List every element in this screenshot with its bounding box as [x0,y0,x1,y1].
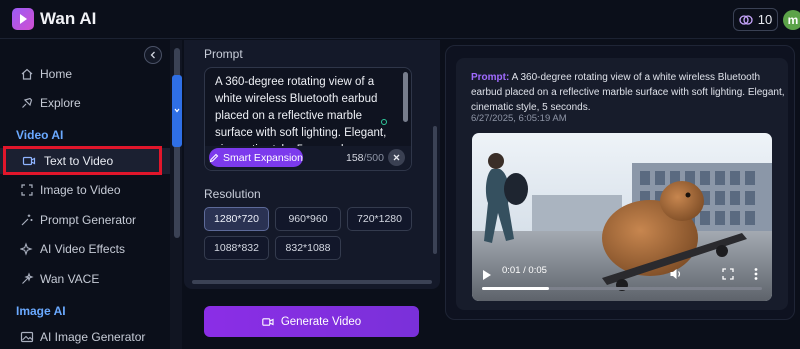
sidebar-item-label: Explore [40,96,81,110]
volume-icon[interactable] [669,267,683,281]
prompt-label: Prompt [204,47,243,61]
magic-icon [21,214,33,226]
credits-badge[interactable]: 10 [733,8,778,31]
result-prompt-text: A 360-degree rotating view of a white wi… [471,72,785,113]
sidebar-item-label: Home [40,67,73,81]
status-dot-icon [381,119,387,125]
resolution-option-1088x832[interactable]: 1088*832 [204,236,269,260]
clear-prompt-button[interactable] [388,149,405,166]
section-label-video-ai: Video AI [16,128,64,142]
resolution-option-832x1088[interactable]: 832*1088 [275,236,341,260]
smart-expansion-label: Smart Expansion [223,151,303,164]
sidebar-item-image-to-video[interactable]: Image to Video [0,177,170,203]
credits-count: 10 [757,12,773,27]
char-count: 158 [346,152,364,164]
fullscreen-icon[interactable] [722,268,734,280]
resolution-option-720x1280[interactable]: 720*1280 [347,207,412,231]
chevron-down-icon [174,108,180,113]
result-prompt: Prompt: A 360-degree rotating view of a … [471,70,787,115]
sidebar-item-label: Prompt Generator [40,213,137,227]
sidebar-item-label: Image to Video [40,183,121,197]
sidebar-item-ai-image-generator[interactable]: AI Image Generator [0,324,170,349]
highlight-annotation [3,146,162,175]
play-icon[interactable] [482,269,492,281]
char-max: /500 [363,152,384,164]
section-label-image-ai: Image AI [16,304,66,318]
pencil-icon [209,153,219,162]
image-icon [20,331,34,343]
smart-expansion-button[interactable]: Smart Expansion [209,148,303,167]
coins-icon [739,14,753,25]
video-progress-fill [482,287,550,290]
close-icon [393,154,400,161]
generate-video-button[interactable]: Generate Video [204,306,419,337]
sidebar-item-label: AI Video Effects [40,242,125,256]
video-camera-icon [262,317,274,326]
sidebar-item-label: Wan VACE [40,272,100,286]
sidebar-item-explore[interactable]: Explore [0,90,170,116]
explore-icon [22,97,33,108]
expand-icon [21,184,33,196]
sparkle-icon [20,242,33,256]
sidebar-item-home[interactable]: Home [0,61,170,87]
more-options-icon[interactable] [754,267,758,281]
user-avatar[interactable]: m [783,10,800,30]
generate-video-label: Generate Video [280,315,362,328]
top-bar [0,0,800,39]
video-time: 0:01 / 0:05 [502,265,547,276]
video-progress-bar[interactable] [482,287,762,290]
form-horizontal-scrollbar[interactable] [192,280,432,284]
resolution-option-960x960[interactable]: 960*960 [275,207,341,231]
app-logo[interactable] [12,8,34,30]
result-prompt-tag: Prompt: [471,72,510,83]
result-timestamp: 6/27/2025, 6:05:19 AM [471,113,567,124]
form-scrollbar[interactable] [433,126,437,254]
sidebar-scroll-toggle[interactable] [172,75,182,147]
resolution-label: Resolution [204,187,261,201]
char-counter: 158/500 [346,152,384,164]
sidebar-item-ai-video-effects[interactable]: AI Video Effects [0,236,170,262]
sidebar-item-wan-vace[interactable]: Wan VACE [0,266,170,292]
home-icon [21,68,33,80]
app-name[interactable]: Wan AI [40,9,96,29]
sidebar-item-label: AI Image Generator [40,330,146,344]
resolution-option-1280x720[interactable]: 1280*720 [204,207,269,231]
chevron-left-icon [150,51,155,59]
wand-icon [22,272,34,284]
play-logo-icon [20,14,27,24]
sidebar-item-prompt-generator[interactable]: Prompt Generator [0,207,170,233]
prompt-scrollbar[interactable] [403,72,408,122]
